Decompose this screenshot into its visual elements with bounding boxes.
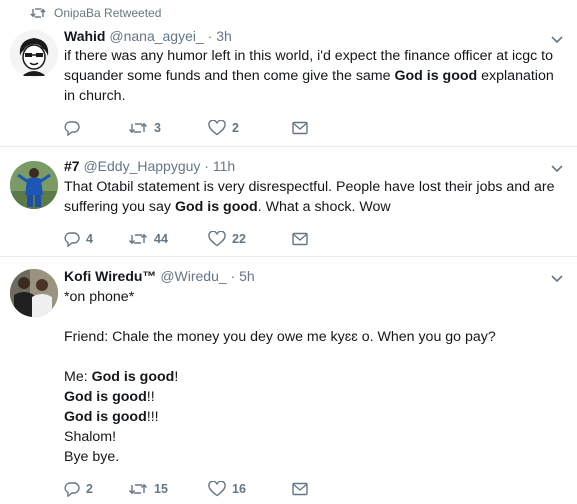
- time-separator: ·: [226, 268, 240, 284]
- reply-icon: [64, 121, 80, 136]
- retweet-count: 15: [154, 482, 168, 496]
- retweet-button[interactable]: 44: [128, 231, 208, 247]
- tweet[interactable]: Wahid @nana_agyei_ · 3h if there was any…: [0, 0, 577, 147]
- tweet-text-segment: !!: [146, 389, 155, 405]
- author-name[interactable]: #7: [64, 158, 80, 174]
- person-photo-icon: [10, 161, 58, 209]
- tweet[interactable]: #7 @Eddy_Happyguy · 11h That Otabil stat…: [0, 147, 577, 257]
- tweet[interactable]: Kofi Wiredu™ @Wiredu_ · 5h *on phone* Fr…: [0, 257, 577, 504]
- tweet-text: *on phone* Friend: Chale the money you d…: [64, 287, 564, 467]
- reply-button[interactable]: [64, 120, 128, 136]
- reply-icon: [64, 232, 80, 247]
- retweet-icon: [128, 122, 148, 134]
- time-separator: ·: [203, 28, 217, 44]
- author-name[interactable]: Kofi Wiredu™: [64, 268, 156, 284]
- like-button[interactable]: 2: [208, 120, 292, 136]
- chevron-down-icon[interactable]: [550, 271, 564, 285]
- tweet-text-bold: God is good: [64, 409, 147, 425]
- person-photo-icon: [10, 269, 58, 317]
- like-count: 2: [232, 121, 239, 135]
- tweet-header: Kofi Wiredu™ @Wiredu_ · 5h: [64, 268, 255, 284]
- tweet-text-bold: God is good: [174, 199, 258, 215]
- retweet-button[interactable]: 15: [128, 481, 208, 497]
- retweet-count: 44: [154, 232, 168, 246]
- retweet-icon: [128, 483, 148, 495]
- avatar[interactable]: [10, 269, 58, 317]
- retweet-count: 3: [154, 121, 161, 135]
- tweet-text-bold: God is good: [64, 389, 147, 405]
- tweet-actions: 3 2: [64, 120, 308, 136]
- heart-icon: [208, 231, 226, 247]
- tweet-header: Wahid @nana_agyei_ · 3h: [64, 28, 232, 44]
- author-handle[interactable]: @Eddy_Happyguy: [83, 158, 200, 174]
- retweet-icon: [128, 233, 148, 245]
- reply-button[interactable]: 2: [64, 481, 128, 497]
- author-handle[interactable]: @Wiredu_: [160, 268, 226, 284]
- retweet-button[interactable]: 3: [128, 120, 208, 136]
- like-count: 22: [232, 232, 246, 246]
- tweet-text: if there was any humor left in this worl…: [64, 46, 564, 106]
- reply-count: 4: [86, 232, 93, 246]
- tweet-header: #7 @Eddy_Happyguy · 11h: [64, 158, 235, 174]
- like-button[interactable]: 16: [208, 481, 292, 497]
- tweet-text-segment: !: [174, 369, 179, 385]
- avatar[interactable]: [10, 30, 58, 78]
- direct-message-button[interactable]: [292, 232, 308, 246]
- reply-icon: [64, 482, 80, 497]
- like-count: 16: [232, 482, 246, 496]
- cartoon-avatar-icon: [10, 30, 58, 78]
- tweet-actions: 4 44 22: [64, 231, 308, 247]
- chevron-down-icon[interactable]: [550, 32, 564, 46]
- envelope-icon: [292, 121, 308, 135]
- tweet-text: That Otabil statement is very disrespect…: [64, 177, 564, 217]
- tweet-text-bold: God is good: [394, 68, 478, 84]
- heart-icon: [208, 120, 226, 136]
- like-button[interactable]: 22: [208, 231, 292, 247]
- tweet-text-bold: God is good: [91, 369, 175, 385]
- time-separator: ·: [200, 158, 213, 174]
- author-name[interactable]: Wahid: [64, 28, 105, 44]
- author-handle[interactable]: @nana_agyei_: [109, 28, 203, 44]
- heart-icon: [208, 481, 226, 497]
- tweet-time[interactable]: 5h: [239, 268, 255, 284]
- direct-message-button[interactable]: [292, 482, 308, 496]
- avatar[interactable]: [10, 161, 58, 209]
- envelope-icon: [292, 482, 308, 496]
- chevron-down-icon[interactable]: [550, 161, 564, 175]
- envelope-icon: [292, 232, 308, 246]
- direct-message-button[interactable]: [292, 121, 308, 135]
- tweet-time[interactable]: 11h: [213, 158, 235, 174]
- tweet-time[interactable]: 3h: [216, 28, 232, 44]
- tweet-actions: 2 15 16: [64, 481, 308, 497]
- reply-count: 2: [86, 482, 93, 496]
- reply-button[interactable]: 4: [64, 231, 128, 247]
- tweet-text-segment: . What a shock. Wow: [257, 199, 391, 215]
